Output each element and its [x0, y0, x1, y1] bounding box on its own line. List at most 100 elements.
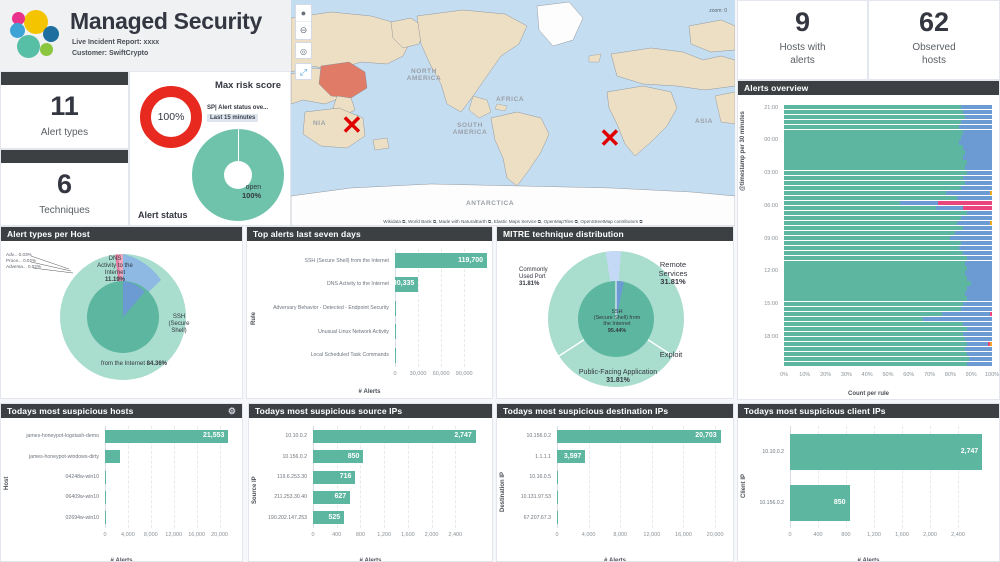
stacked-bar-segment[interactable] [989, 190, 992, 195]
stacked-bar-segment[interactable] [784, 271, 965, 276]
zoom-out-icon[interactable]: ⊖ [296, 22, 311, 39]
stacked-bar-segment[interactable] [784, 316, 924, 321]
stacked-bar-segment[interactable] [967, 341, 988, 347]
stacked-bar-segment[interactable] [784, 145, 963, 150]
stacked-bar-segment[interactable] [954, 230, 992, 236]
bar[interactable] [557, 490, 559, 504]
stacked-bar-segment[interactable] [962, 130, 992, 135]
stacked-bar-segment[interactable] [784, 336, 965, 342]
stacked-bar-segment[interactable] [962, 225, 992, 231]
stacked-bar-segment[interactable] [784, 331, 963, 337]
bar[interactable] [105, 490, 107, 504]
stacked-bar-segment[interactable] [960, 105, 992, 110]
stacked-bar-segment[interactable] [784, 220, 957, 226]
stacked-bar-segment[interactable] [784, 105, 961, 110]
stacked-bar-segment[interactable] [946, 190, 990, 195]
stacked-bar-segment[interactable] [784, 140, 959, 145]
stacked-bar-segment[interactable] [935, 205, 963, 211]
stacked-bar-segment[interactable] [962, 251, 992, 256]
stacked-bar-segment[interactable] [784, 190, 947, 195]
stacked-bar-segment[interactable] [784, 256, 968, 261]
stacked-bar-segment[interactable] [958, 140, 992, 145]
stacked-bar-segment[interactable] [784, 251, 963, 256]
bar[interactable] [395, 300, 397, 316]
stacked-bar-segment[interactable] [964, 165, 992, 170]
stacked-bar-segment[interactable] [784, 321, 963, 326]
stacked-bar-segment[interactable] [962, 145, 992, 150]
stacked-bar-segment[interactable] [964, 115, 992, 120]
stacked-bar-segment[interactable] [964, 180, 992, 185]
stacked-bar-segment[interactable] [784, 266, 968, 271]
stacked-bar-segment[interactable] [962, 331, 992, 337]
stacked-bar-segment[interactable] [784, 165, 965, 170]
stacked-bar-segment[interactable] [960, 241, 992, 246]
stacked-bar-segment[interactable] [956, 195, 992, 201]
stacked-bar-segment[interactable] [784, 110, 963, 115]
stacked-bar-segment[interactable] [784, 205, 936, 211]
stacked-bar-segment[interactable] [960, 135, 992, 140]
stacked-bar-segment[interactable] [784, 306, 961, 311]
stacked-bar-segment[interactable] [784, 210, 968, 216]
stacked-bar-segment[interactable] [784, 115, 965, 120]
bar[interactable] [557, 511, 559, 525]
stacked-bar-segment[interactable] [967, 160, 992, 165]
stacked-bar-segment[interactable] [784, 215, 961, 221]
stacked-bar-segment[interactable] [989, 220, 992, 226]
stacked-bar-segment[interactable] [784, 276, 968, 281]
bar[interactable] [395, 347, 397, 363]
stacked-bar-segment[interactable] [784, 160, 968, 165]
stacked-bar-segment[interactable] [784, 301, 963, 306]
bar[interactable] [395, 324, 397, 340]
stacked-bar-segment[interactable] [784, 346, 965, 352]
stacked-bar-segment[interactable] [964, 271, 992, 276]
stacked-bar-segment[interactable] [784, 135, 961, 140]
stacked-bar-segment[interactable] [784, 195, 957, 201]
stacked-bar-segment[interactable] [967, 170, 992, 175]
stacked-bar-segment[interactable] [784, 170, 968, 175]
stacked-bar-segment[interactable] [784, 291, 965, 296]
stacked-bar-segment[interactable] [784, 261, 965, 266]
stacked-bar-segment[interactable] [784, 225, 963, 231]
stacked-bar-segment[interactable] [784, 341, 968, 347]
stacked-bar-segment[interactable] [784, 200, 901, 206]
stacked-bar-segment[interactable] [962, 301, 992, 306]
stacked-bar-segment[interactable] [784, 356, 970, 362]
stacked-bar-segment[interactable] [967, 296, 992, 301]
stacked-bar-segment[interactable] [962, 175, 992, 180]
map-marker-alert[interactable]: ✕ [341, 112, 363, 138]
map-zoom-controls[interactable]: ● ⊖ [295, 4, 312, 40]
stacked-bar-segment[interactable] [784, 236, 951, 241]
zoom-in-icon[interactable]: ● [296, 5, 311, 22]
stacked-bar-segment[interactable] [958, 125, 992, 130]
stacked-bar-segment[interactable] [967, 210, 992, 216]
stacked-bar-segment[interactable] [784, 351, 968, 357]
map-draw-control[interactable]: ⤢ [295, 63, 312, 80]
stacked-bar-segment[interactable] [969, 356, 992, 362]
stacked-bar-segment[interactable] [942, 311, 990, 316]
stacked-bar-segment[interactable] [962, 110, 992, 115]
draw-tool-icon[interactable]: ⤢ [296, 64, 311, 81]
stacked-bar-segment[interactable] [784, 246, 959, 251]
stacked-bar-segment[interactable] [784, 180, 965, 185]
stacked-bar-segment[interactable] [784, 281, 972, 286]
stacked-bar-segment[interactable] [967, 286, 992, 291]
stacked-bar-segment[interactable] [958, 246, 992, 251]
stacked-bar-segment[interactable] [956, 220, 990, 226]
stacked-bar-segment[interactable] [937, 200, 992, 206]
stacked-bar-segment[interactable] [784, 125, 959, 130]
gear-icon[interactable]: ⚙ [228, 407, 236, 416]
stacked-bar-segment[interactable] [784, 130, 963, 135]
stacked-bar-segment[interactable] [967, 266, 992, 271]
reset-view-icon[interactable]: ◎ [296, 43, 311, 60]
stacked-bar-segment[interactable] [784, 311, 943, 316]
stacked-bar-segment[interactable] [989, 341, 992, 347]
stacked-bar-segment[interactable] [784, 296, 968, 301]
stacked-bar-segment[interactable] [967, 276, 992, 281]
stacked-bar-segment[interactable] [784, 361, 968, 367]
stacked-bar-segment[interactable] [967, 361, 992, 367]
stacked-bar-segment[interactable] [784, 155, 963, 160]
stacked-bar-segment[interactable] [784, 120, 961, 125]
stacked-bar-segment[interactable] [967, 256, 992, 261]
stacked-bar-segment[interactable] [784, 326, 968, 332]
map-reset-control[interactable]: ◎ [295, 42, 312, 59]
